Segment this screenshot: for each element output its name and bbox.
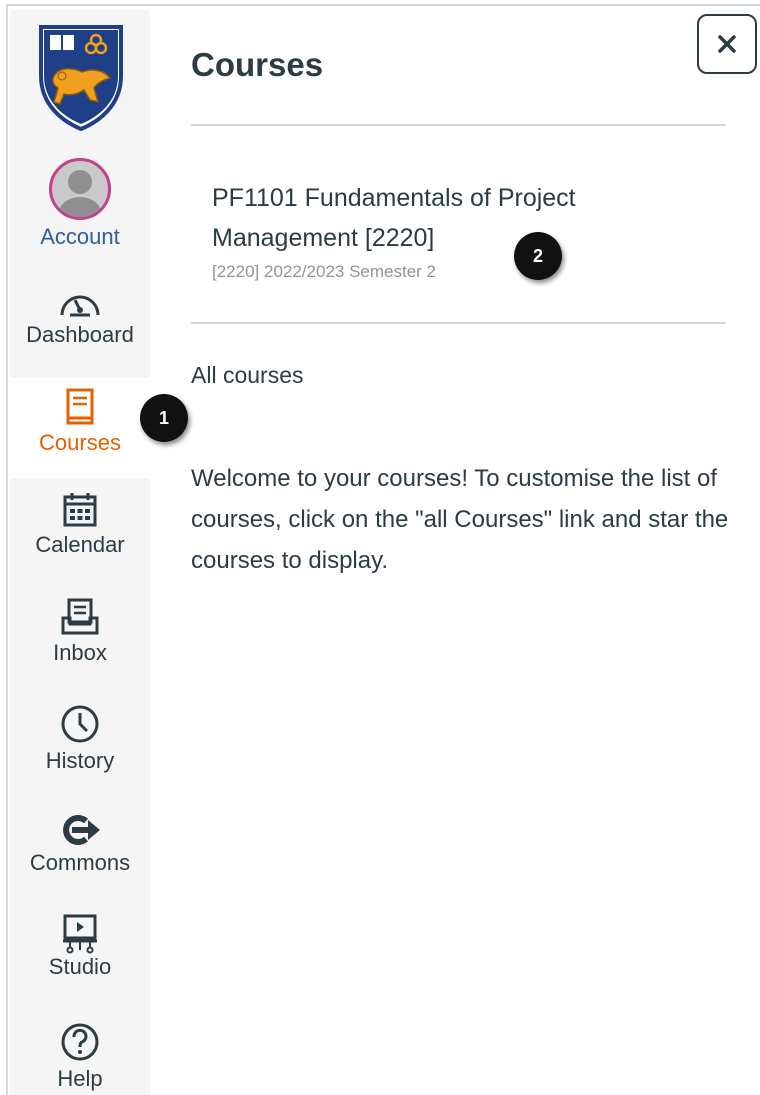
nav-studio-label: Studio <box>48 954 112 979</box>
commons-arrow-icon <box>63 815 100 845</box>
callout-badge-2: 2 <box>514 232 562 280</box>
nav-account[interactable]: Account <box>10 158 150 250</box>
divider <box>191 322 726 324</box>
close-button[interactable] <box>697 14 757 74</box>
nav-calendar-label: Calendar <box>35 532 125 557</box>
nav-dashboard-label: Dashboard <box>26 322 134 347</box>
close-icon <box>718 35 736 53</box>
divider <box>191 124 726 126</box>
course-term: [2220] 2022/2023 Semester 2 <box>212 262 436 281</box>
nav-commons-label: Commons <box>29 850 131 875</box>
welcome-message: Welcome to your courses! To customise th… <box>191 465 729 574</box>
nav-history-label: History <box>45 748 115 773</box>
help-question-icon <box>61 1023 99 1061</box>
all-courses-link[interactable]: All courses <box>191 362 303 389</box>
inbox-icon <box>61 598 99 635</box>
nav-calendar[interactable]: Calendar <box>10 492 150 558</box>
nav-history[interactable]: History <box>10 704 150 774</box>
course-link[interactable]: PF1101 Fundamentals of Project Managemen… <box>212 178 632 258</box>
nav-inbox-label: Inbox <box>53 640 107 665</box>
nav-account-label: Account <box>40 224 120 249</box>
history-clock-icon <box>61 705 99 743</box>
dashboard-speedometer-icon <box>60 295 100 317</box>
callout-badge-1: 1 <box>140 394 188 442</box>
nav-dashboard[interactable]: Dashboard <box>10 288 150 348</box>
nav-commons[interactable]: Commons <box>10 814 150 876</box>
nav-help[interactable]: Help <box>10 1022 150 1092</box>
nav-inbox[interactable]: Inbox <box>10 598 150 666</box>
university-crest-logo[interactable] <box>38 24 124 132</box>
courses-book-icon <box>66 388 94 425</box>
nav-courses-label: Courses <box>39 430 121 455</box>
studio-screen-icon <box>63 914 97 954</box>
user-avatar-icon <box>49 158 111 220</box>
calendar-icon <box>63 493 97 527</box>
tray-title: Courses <box>191 46 324 83</box>
nav-help-label: Help <box>57 1066 103 1091</box>
nav-studio[interactable]: Studio <box>10 914 150 980</box>
nav-courses[interactable]: Courses <box>10 378 150 478</box>
